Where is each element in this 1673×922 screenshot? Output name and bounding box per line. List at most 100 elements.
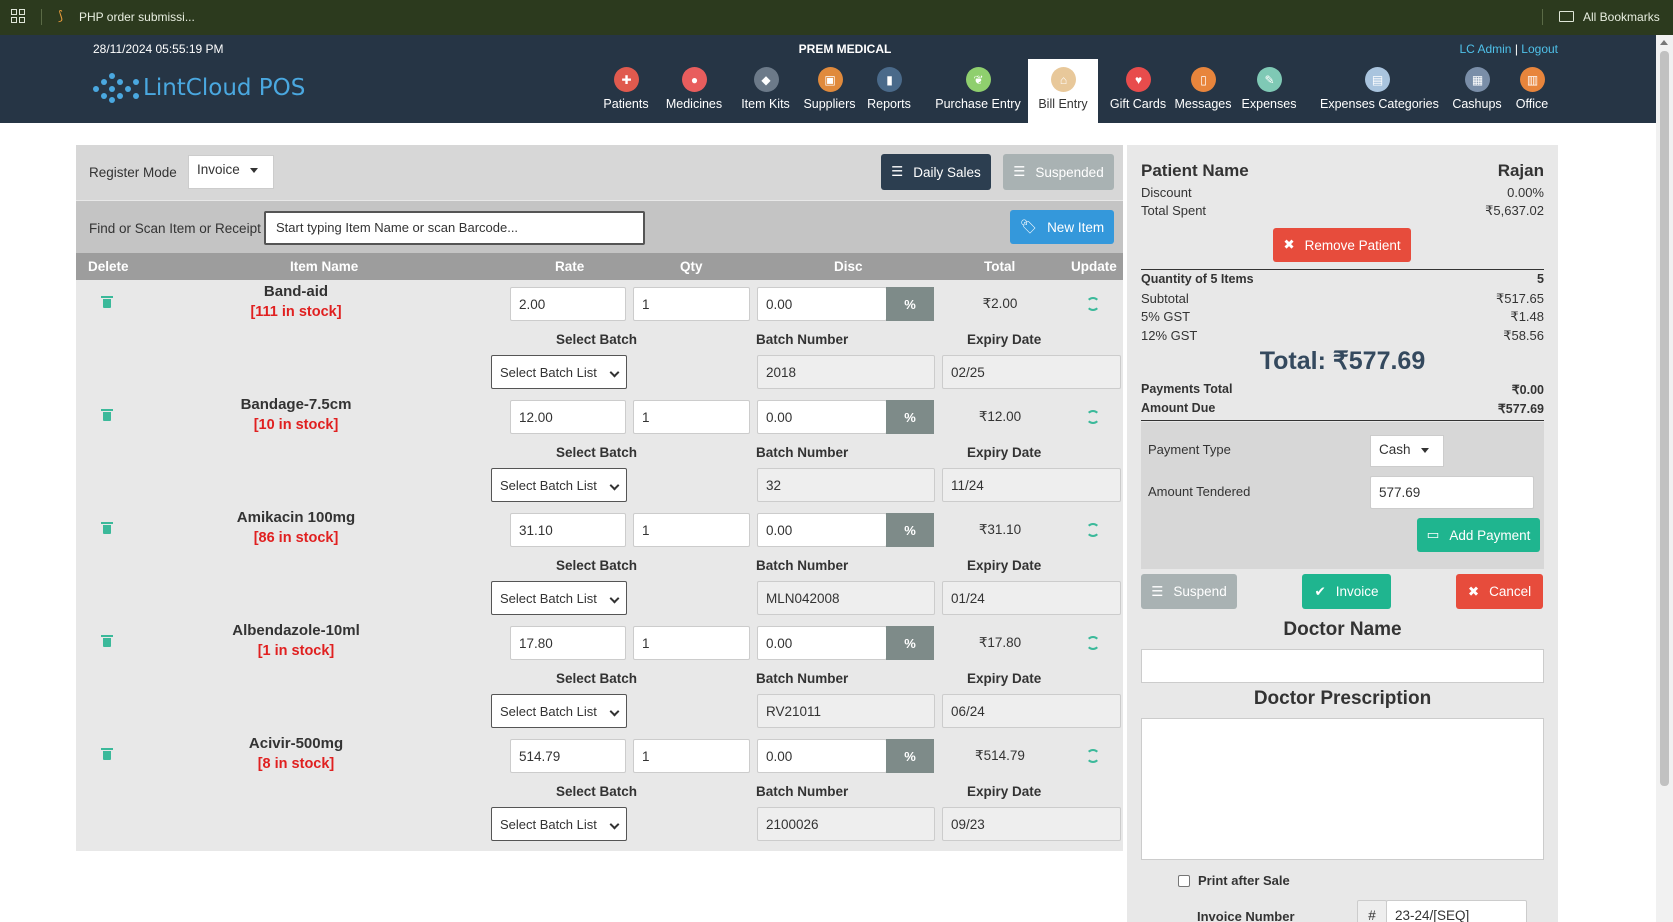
select-batch-value: Select Batch List <box>500 364 597 380</box>
select-batch-dropdown[interactable]: Select Batch List <box>491 355 627 389</box>
logo[interactable]: LintCloud POS <box>93 71 305 105</box>
expiry-date-field[interactable]: 01/24 <box>942 581 1121 615</box>
qty-input[interactable]: 1 <box>633 513 750 547</box>
divider <box>1542 9 1543 25</box>
page-scrollbar[interactable] <box>1656 35 1673 922</box>
batch-number-field[interactable]: 2018 <box>757 355 935 389</box>
delete-item-icon[interactable] <box>101 748 113 760</box>
select-batch-dropdown[interactable]: Select Batch List <box>491 581 627 615</box>
apps-grid-icon[interactable] <box>11 9 26 24</box>
subtotal-value: ₹517.65 <box>1495 291 1544 306</box>
refresh-icon[interactable] <box>1086 523 1100 537</box>
expiry-date-field[interactable]: 06/24 <box>942 694 1121 728</box>
rate-input[interactable]: 2.00 <box>510 287 626 321</box>
refresh-icon[interactable] <box>1086 749 1100 763</box>
batch-number-field[interactable]: RV21011 <box>757 694 935 728</box>
delete-item-icon[interactable] <box>101 296 113 308</box>
user-link[interactable]: LC Admin <box>1459 42 1511 56</box>
all-bookmarks-link[interactable]: All Bookmarks <box>1583 10 1660 24</box>
menu-item-medicines[interactable]: ● Medicines <box>664 59 724 123</box>
remove-patient-button[interactable]: ✖ Remove Patient <box>1273 228 1411 262</box>
menu-item-office[interactable]: ▥ Office <box>1511 59 1553 123</box>
menu-item-patients[interactable]: ✚ Patients <box>601 59 651 123</box>
delete-item-icon[interactable] <box>101 409 113 421</box>
scroll-up-icon[interactable] <box>1660 40 1668 45</box>
print-after-sale-checkbox[interactable] <box>1178 875 1190 887</box>
add-payment-button[interactable]: ▭ Add Payment <box>1417 518 1540 552</box>
suspended-button[interactable]: ☰ Suspended <box>1003 154 1114 190</box>
discount-input[interactable]: 0.00 <box>757 739 887 773</box>
folder-icon[interactable] <box>1559 11 1574 22</box>
rate-input[interactable]: 31.10 <box>510 513 626 547</box>
amount-tendered-input[interactable]: 577.69 <box>1370 476 1534 509</box>
select-batch-label: Select Batch <box>556 558 638 573</box>
suspend-sale-button[interactable]: ☰ Suspend <box>1141 574 1237 609</box>
payment-type-select[interactable]: Cash <box>1370 435 1444 467</box>
daily-sales-button[interactable]: ☰ Daily Sales <box>881 154 991 190</box>
select-batch-value: Select Batch List <box>500 590 597 606</box>
menu-item-item-kits[interactable]: ◆ Item Kits <box>738 59 793 123</box>
logout-link[interactable]: Logout <box>1521 42 1558 56</box>
batch-number-field[interactable]: 2100026 <box>757 807 935 841</box>
col-rate: Rate <box>555 259 585 274</box>
percent-toggle-button[interactable]: % <box>886 400 934 434</box>
expiry-date-field[interactable]: 11/24 <box>942 468 1121 502</box>
user-links: LC Admin | Logout <box>1459 42 1558 56</box>
gst5-label: 5% GST <box>1141 309 1191 324</box>
delete-item-icon[interactable] <box>101 522 113 534</box>
expiry-date-field[interactable]: 09/23 <box>942 807 1121 841</box>
percent-toggle-button[interactable]: % <box>886 739 934 773</box>
menu-item-suppliers[interactable]: ▣ Suppliers <box>802 59 857 123</box>
menu-item-purchase-entry[interactable]: ❦ Purchase Entry <box>932 59 1024 123</box>
qty-input[interactable]: 1 <box>633 287 750 321</box>
amount-tendered-label: Amount Tendered <box>1148 484 1251 499</box>
register-mode-select[interactable]: Invoice <box>188 155 274 189</box>
doctor-prescription-textarea[interactable] <box>1141 718 1544 860</box>
select-batch-dropdown[interactable]: Select Batch List <box>491 694 627 728</box>
item-search-input[interactable]: Start typing Item Name or scan Barcode..… <box>264 211 645 245</box>
bookmark-link[interactable]: PHP order submissi... <box>79 10 195 24</box>
rate-input[interactable]: 17.80 <box>510 626 626 660</box>
menu-item-messages[interactable]: ▯ Messages <box>1173 59 1233 123</box>
discount-input[interactable]: 0.00 <box>757 626 887 660</box>
patient-name-value[interactable]: Rajan <box>1498 161 1544 181</box>
menu-item-bill-entry[interactable]: ⌂ Bill Entry <box>1028 59 1098 123</box>
batch-number-field[interactable]: MLN042008 <box>757 581 935 615</box>
qty-input[interactable]: 1 <box>633 739 750 773</box>
discount-input[interactable]: 0.00 <box>757 287 887 321</box>
menu-item-cashups[interactable]: ▦ Cashups <box>1449 59 1505 123</box>
rate-input[interactable]: 12.00 <box>510 400 626 434</box>
menu-item-label: Messages <box>1174 97 1232 111</box>
invoice-number-input[interactable]: 23-24/[SEQ] <box>1386 900 1527 922</box>
menu-item-expenses[interactable]: ✎ Expenses <box>1240 59 1298 123</box>
menu-item-expenses-categories[interactable]: ▤ Expenses Categories <box>1320 59 1439 123</box>
cancel-sale-button[interactable]: ✖ Cancel <box>1456 574 1543 609</box>
select-batch-dropdown[interactable]: Select Batch List <box>491 807 627 841</box>
refresh-icon[interactable] <box>1086 297 1100 311</box>
new-item-button[interactable]: 🏷 New Item <box>1010 210 1114 244</box>
percent-toggle-button[interactable]: % <box>886 513 934 547</box>
percent-toggle-button[interactable]: % <box>886 287 934 321</box>
batch-number-field[interactable]: 32 <box>757 468 935 502</box>
rate-input[interactable]: 514.79 <box>510 739 626 773</box>
invoice-button[interactable]: ✔ Invoice <box>1302 574 1391 609</box>
discount-input[interactable]: 0.00 <box>757 400 887 434</box>
expiry-date-field[interactable]: 02/25 <box>942 355 1121 389</box>
qty-input[interactable]: 1 <box>633 626 750 660</box>
menu-item-reports[interactable]: ▮ Reports <box>864 59 914 123</box>
percent-toggle-button[interactable]: % <box>886 626 934 660</box>
expenses-categories-icon: ▤ <box>1365 67 1390 92</box>
refresh-icon[interactable] <box>1086 410 1100 424</box>
refresh-icon[interactable] <box>1086 636 1100 650</box>
scrollbar-thumb[interactable] <box>1660 51 1669 786</box>
doctor-name-input[interactable] <box>1141 649 1544 683</box>
menu-item-label: Bill Entry <box>1038 97 1088 111</box>
qty-input[interactable]: 1 <box>633 400 750 434</box>
discount-input[interactable]: 0.00 <box>757 513 887 547</box>
expiry-date-label: Expiry Date <box>967 784 1042 799</box>
menu-item-gift-cards[interactable]: ♥ Gift Cards <box>1106 59 1170 123</box>
expiry-date-label: Expiry Date <box>967 445 1042 460</box>
select-batch-dropdown[interactable]: Select Batch List <box>491 468 627 502</box>
delete-item-icon[interactable] <box>101 635 113 647</box>
payment-box: Payment Type Cash Amount Tendered 577.69… <box>1141 422 1544 569</box>
